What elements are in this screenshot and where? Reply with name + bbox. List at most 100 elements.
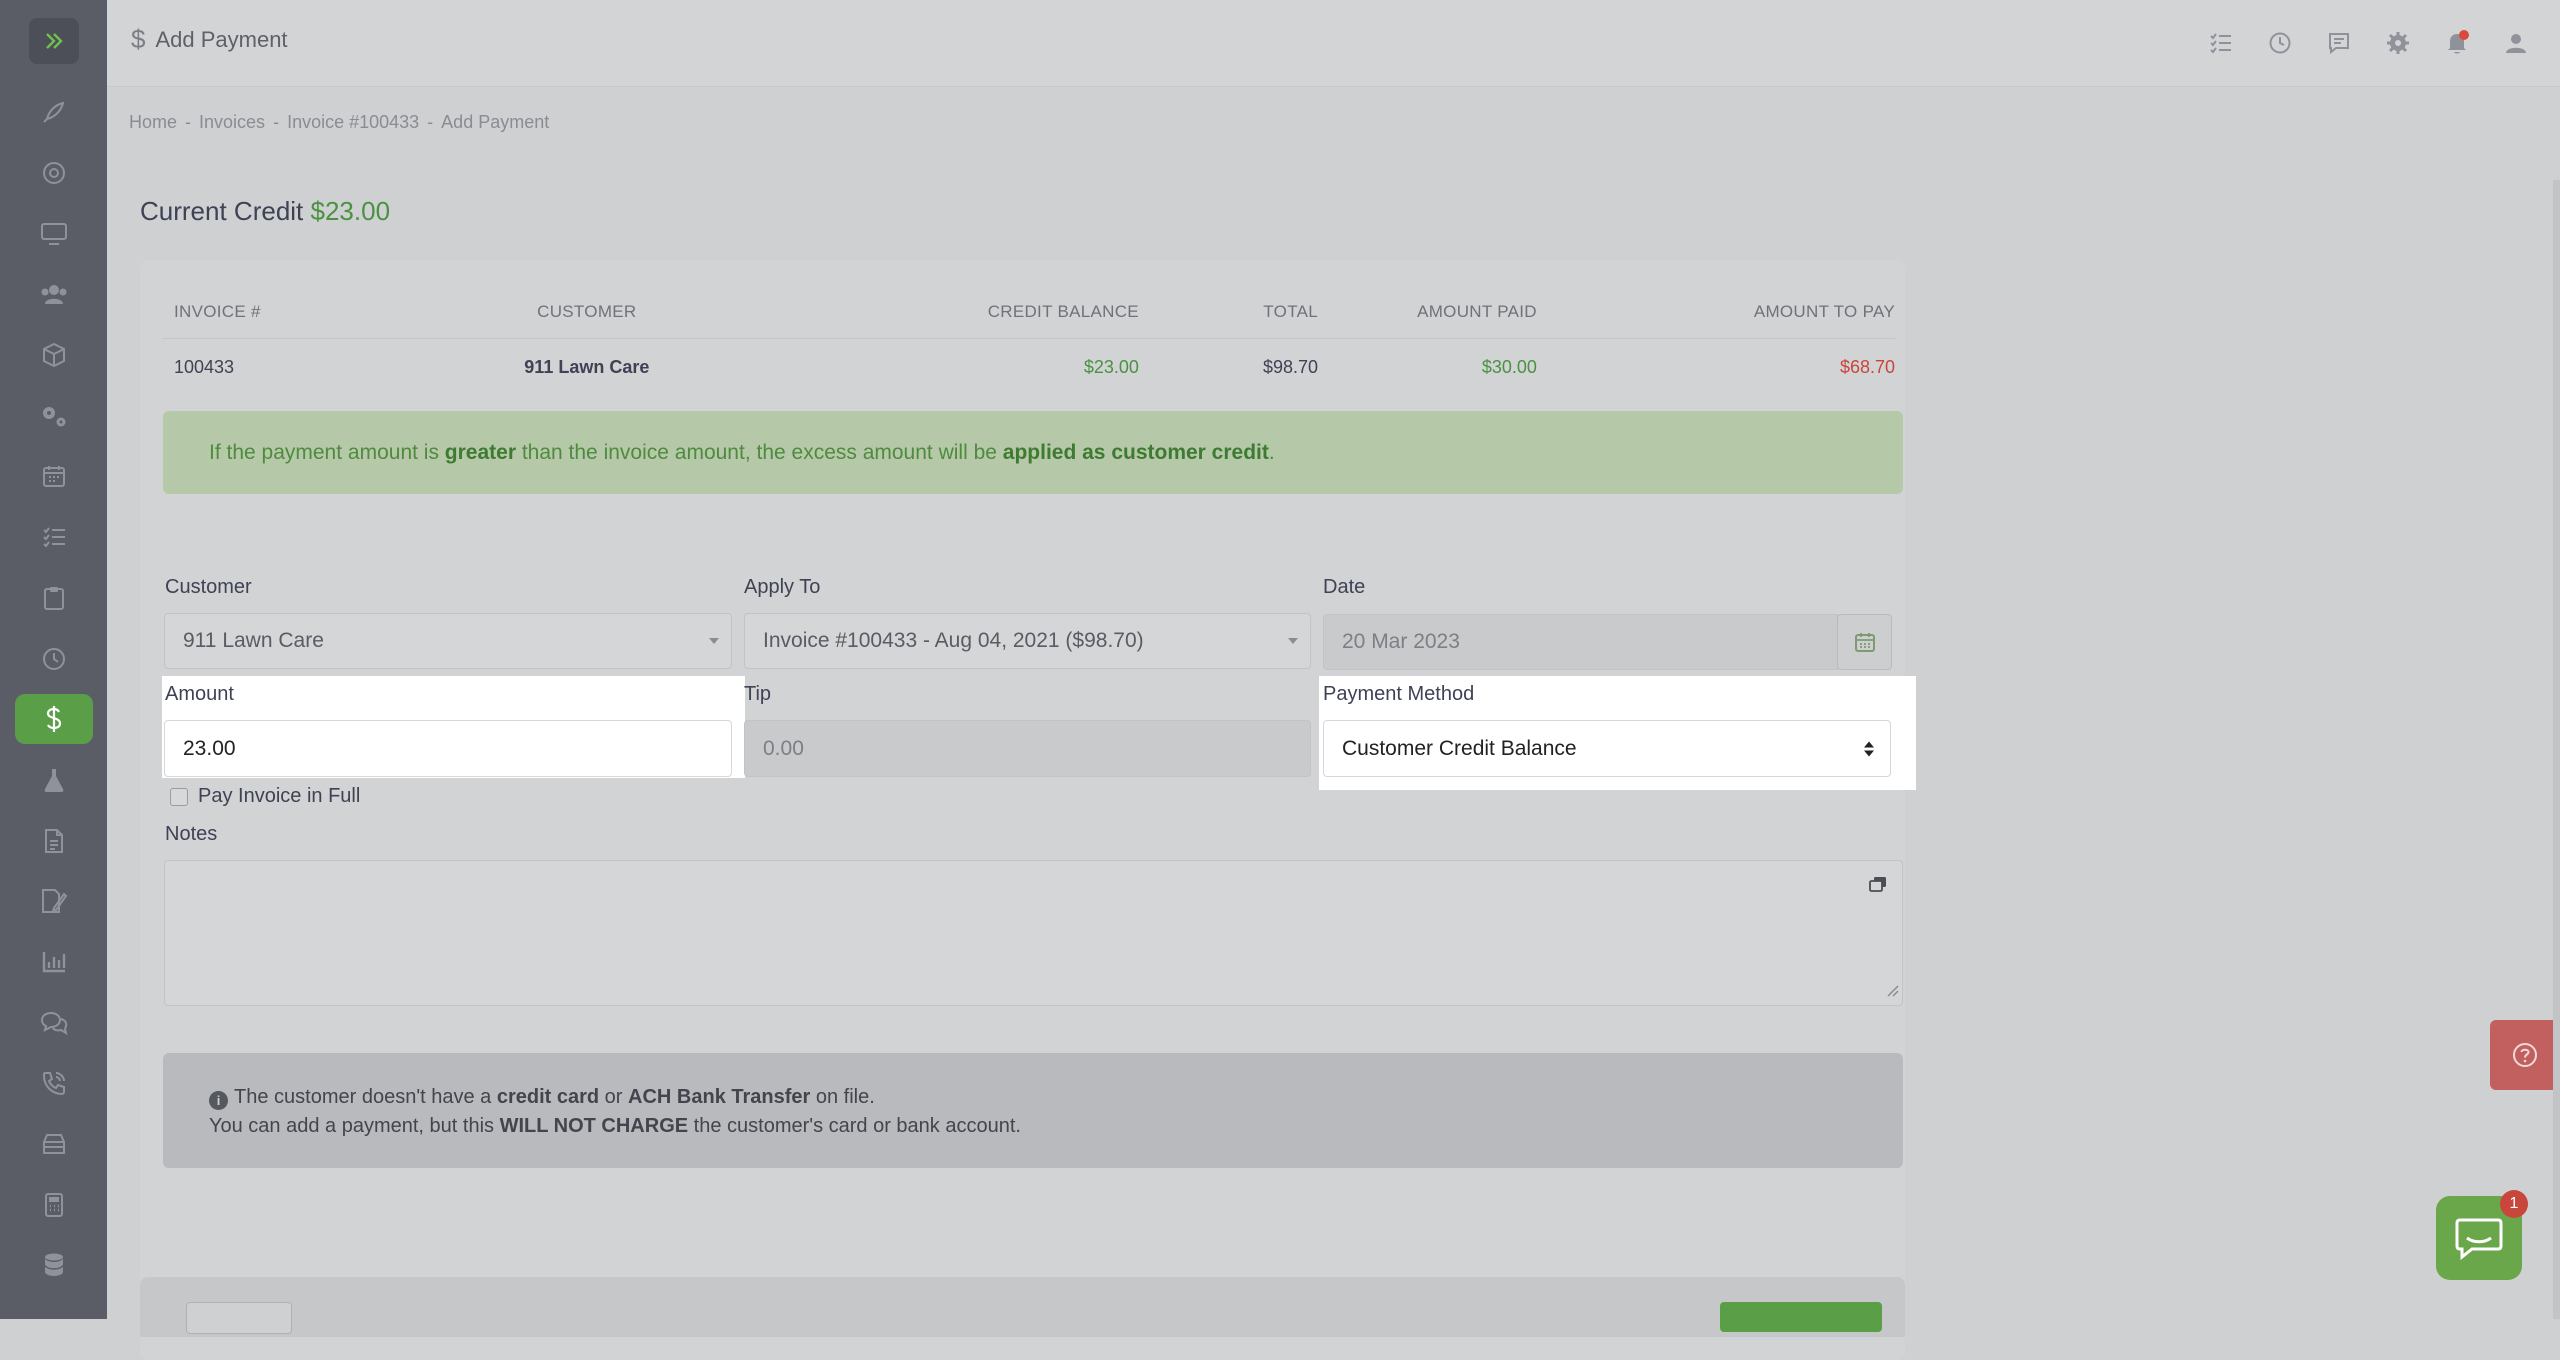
gears-icon — [42, 406, 65, 427]
chat-unread-badge: 1 — [2500, 1190, 2528, 1218]
tip-input[interactable]: 0.00 — [744, 720, 1311, 777]
resize-grip-icon[interactable] — [1885, 983, 1899, 1002]
date-input-value: 20 Mar 2023 — [1342, 630, 1460, 653]
clock-icon — [2269, 32, 2290, 53]
notification-dot — [2459, 30, 2469, 40]
notes-textarea[interactable] — [164, 860, 1903, 1006]
apply-to-select-value: Invoice #100433 - Aug 04, 2021 ($98.70) — [763, 629, 1144, 652]
breadcrumb-home[interactable]: Home — [129, 112, 177, 133]
sidebar-item-contracts[interactable] — [15, 871, 93, 932]
page-title: Add Payment — [155, 26, 288, 52]
sidebar-item-clipboard[interactable] — [15, 568, 93, 629]
apply-to-select[interactable]: Invoice #100433 - Aug 04, 2021 ($98.70) — [744, 613, 1311, 669]
cancel-button[interactable] — [186, 1302, 292, 1334]
chart-icon — [42, 951, 65, 973]
rocket-icon — [42, 101, 64, 124]
apply-to-label: Apply To — [744, 576, 821, 598]
calendar-icon — [42, 466, 65, 488]
invoice-number: 100433 — [174, 356, 235, 377]
alert-text: The customer doesn't have a — [234, 1086, 497, 1108]
breadcrumb-current: Add Payment — [441, 112, 550, 132]
amount-to-pay: $68.70 — [1839, 356, 1895, 377]
expand-icon[interactable] — [1868, 875, 1888, 898]
date-input[interactable]: 20 Mar 2023 — [1323, 614, 1838, 670]
breadcrumb-separator: - — [185, 112, 192, 132]
table-header: INVOICE # CUSTOMER CREDIT BALANCE TOTAL … — [162, 286, 1895, 339]
select-arrows-icon — [1864, 741, 1874, 756]
sidebar-item-database[interactable] — [15, 1235, 93, 1296]
date-picker-button[interactable] — [1837, 614, 1892, 670]
breadcrumb-invoice[interactable]: Invoice #100433 — [287, 112, 419, 133]
tip-label: Tip — [744, 683, 772, 705]
sidebar-item-products[interactable] — [15, 325, 93, 386]
sidebar-item-calculator[interactable] — [15, 1174, 93, 1235]
page-scrollbar[interactable] — [2553, 180, 2560, 1319]
sidebar-toggle-button[interactable] — [28, 18, 79, 64]
breadcrumb-separator: - — [273, 112, 280, 132]
sidebar — [0, 0, 107, 1319]
sidebar-item-monitor[interactable] — [15, 203, 93, 264]
gear-icon — [2386, 31, 2409, 54]
tip-input-placeholder: 0.00 — [763, 736, 804, 760]
sidebar-item-time[interactable] — [15, 628, 93, 689]
clock-icon — [42, 647, 65, 670]
payment-method-label: Payment Method — [1323, 683, 1475, 705]
alert-text: the customer's card or bank account. — [688, 1115, 1021, 1137]
alert-text: than the invoice amount, the excess amou… — [516, 440, 1003, 464]
checklist-icon — [2209, 32, 2231, 54]
alert-text-bold: credit card — [496, 1086, 600, 1108]
document-icon — [44, 828, 63, 853]
sidebar-item-lab[interactable] — [15, 750, 93, 811]
table-row: 100433 911 Lawn Care $23.00 $98.70 $30.0… — [162, 339, 1895, 395]
info-icon: i — [209, 1091, 228, 1110]
customer-select[interactable]: 911 Lawn Care — [164, 613, 732, 669]
amount-label: Amount — [165, 683, 234, 705]
sidebar-item-reports[interactable] — [15, 932, 93, 993]
pay-in-full-checkbox[interactable] — [170, 787, 188, 806]
alert-text: . — [1268, 440, 1275, 464]
chat-bubble-icon — [2455, 1218, 2503, 1260]
monitor-icon — [40, 222, 67, 245]
breadcrumb-invoices[interactable]: Invoices — [199, 112, 265, 133]
breadcrumb: Home - Invoices - Invoice #100433 - Add … — [129, 112, 549, 133]
sidebar-item-calendar[interactable] — [15, 446, 93, 507]
calculator-icon — [44, 1192, 63, 1217]
sidebar-item-storage[interactable] — [15, 1114, 93, 1175]
amount-input-value: 23.00 — [183, 736, 236, 760]
history-button[interactable] — [2265, 28, 2294, 57]
sidebar-item-documents[interactable] — [15, 810, 93, 871]
payment-method-select[interactable]: Customer Credit Balance — [1323, 720, 1891, 777]
flask-icon — [44, 768, 63, 792]
sidebar-item-calls[interactable] — [15, 1053, 93, 1114]
messages-button[interactable] — [2324, 28, 2353, 57]
user-icon — [2505, 33, 2526, 53]
column-header: AMOUNT TO PAY — [1753, 302, 1895, 321]
signature-icon — [41, 889, 67, 914]
caret-down-icon — [1288, 638, 1298, 644]
customer-name: 911 Lawn Care — [524, 356, 650, 377]
sidebar-item-tasks[interactable] — [15, 507, 93, 568]
sidebar-item-payments[interactable] — [14, 689, 93, 750]
user-menu-button[interactable] — [2501, 28, 2530, 57]
column-header: CREDIT BALANCE — [987, 302, 1139, 321]
list-icon — [42, 527, 65, 548]
chat-icon — [40, 1011, 68, 1035]
sidebar-item-rocket[interactable] — [15, 82, 93, 143]
sidebar-item-settings[interactable] — [15, 385, 93, 446]
alert-text-bold: WILL NOT CHARGE — [499, 1115, 689, 1137]
current-credit-value: $23.00 — [310, 196, 391, 226]
clipboard-icon — [43, 586, 64, 610]
alert-text-bold: ACH Bank Transfer — [628, 1086, 811, 1108]
alert-text-bold: applied as customer credit — [1002, 440, 1269, 464]
invoice-table: INVOICE # CUSTOMER CREDIT BALANCE TOTAL … — [162, 286, 1895, 395]
amount-input[interactable]: 23.00 — [164, 720, 732, 777]
sidebar-item-support[interactable] — [15, 143, 93, 204]
tasks-button[interactable] — [2206, 28, 2235, 57]
pay-in-full-label[interactable]: Pay Invoice in Full — [198, 785, 360, 808]
help-button[interactable] — [2490, 1020, 2560, 1090]
notifications-button[interactable] — [2442, 28, 2471, 57]
sidebar-item-messages[interactable] — [15, 992, 93, 1053]
submit-button[interactable] — [1720, 1302, 1882, 1332]
sidebar-item-users[interactable] — [15, 264, 93, 325]
settings-button[interactable] — [2383, 28, 2412, 57]
